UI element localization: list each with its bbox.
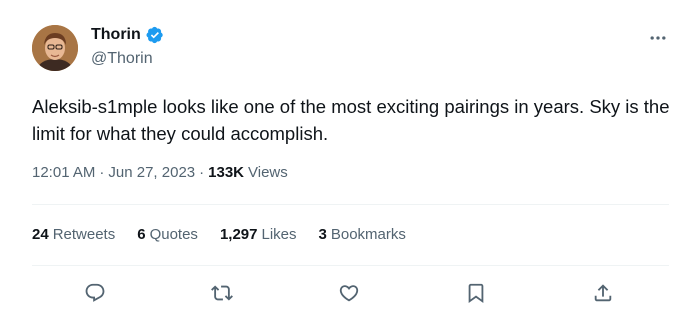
heart-icon (339, 285, 359, 302)
meta-separator: · (99, 164, 105, 181)
reply-icon (85, 283, 105, 302)
bookmark-button[interactable] (461, 278, 491, 308)
stat-count: 24 (32, 226, 49, 243)
share-icon (594, 284, 612, 302)
divider (32, 204, 669, 205)
action-bar (0, 278, 699, 308)
engagement-stats: 24 Retweets 6 Quotes 1,297 Likes 3 Bookm… (32, 226, 428, 243)
author-handle[interactable]: @Thorin (91, 50, 153, 68)
like-button[interactable] (334, 278, 364, 308)
stat-label: Bookmarks (330, 226, 406, 243)
meta-separator: · (199, 164, 205, 181)
author-name[interactable]: Thorin (91, 26, 164, 44)
tweet-meta: 12:01 AM · Jun 27, 2023 · 133K Views (32, 164, 288, 181)
tweet-time[interactable]: 12:01 AM (32, 164, 95, 181)
tweet-text: Aleksib-s1mple looks like one of the mos… (32, 96, 670, 144)
stat-label: Quotes (149, 226, 198, 243)
tweet-date[interactable]: Jun 27, 2023 (108, 164, 195, 181)
author-name-text[interactable]: Thorin (91, 26, 141, 44)
stat-label: Likes (261, 226, 297, 243)
more-horizontal-icon (650, 36, 666, 40)
views-label: Views (248, 164, 288, 181)
stat-label: Retweets (52, 226, 116, 243)
verified-badge-icon (146, 26, 164, 44)
stat-count: 3 (318, 226, 327, 243)
stat-count: 1,297 (219, 226, 258, 243)
stat-retweets[interactable]: 24 Retweets (32, 226, 115, 243)
share-button[interactable] (588, 278, 618, 308)
more-options-button[interactable] (647, 27, 669, 49)
stat-count: 6 (137, 226, 146, 243)
reply-button[interactable] (80, 278, 110, 308)
bookmark-icon (468, 283, 484, 304)
avatar[interactable] (32, 25, 78, 71)
divider (32, 265, 669, 266)
retweet-icon (211, 285, 233, 301)
stat-quotes[interactable]: 6 Quotes (137, 226, 198, 243)
stat-bookmarks[interactable]: 3 Bookmarks (319, 226, 406, 243)
views-count: 133K (208, 164, 244, 181)
retweet-button[interactable] (207, 278, 237, 308)
tweet-card: Thorin @Thorin Aleksib-s1mple looks like… (0, 0, 699, 317)
stat-likes[interactable]: 1,297 Likes (220, 226, 297, 243)
avatar-image (32, 25, 78, 71)
